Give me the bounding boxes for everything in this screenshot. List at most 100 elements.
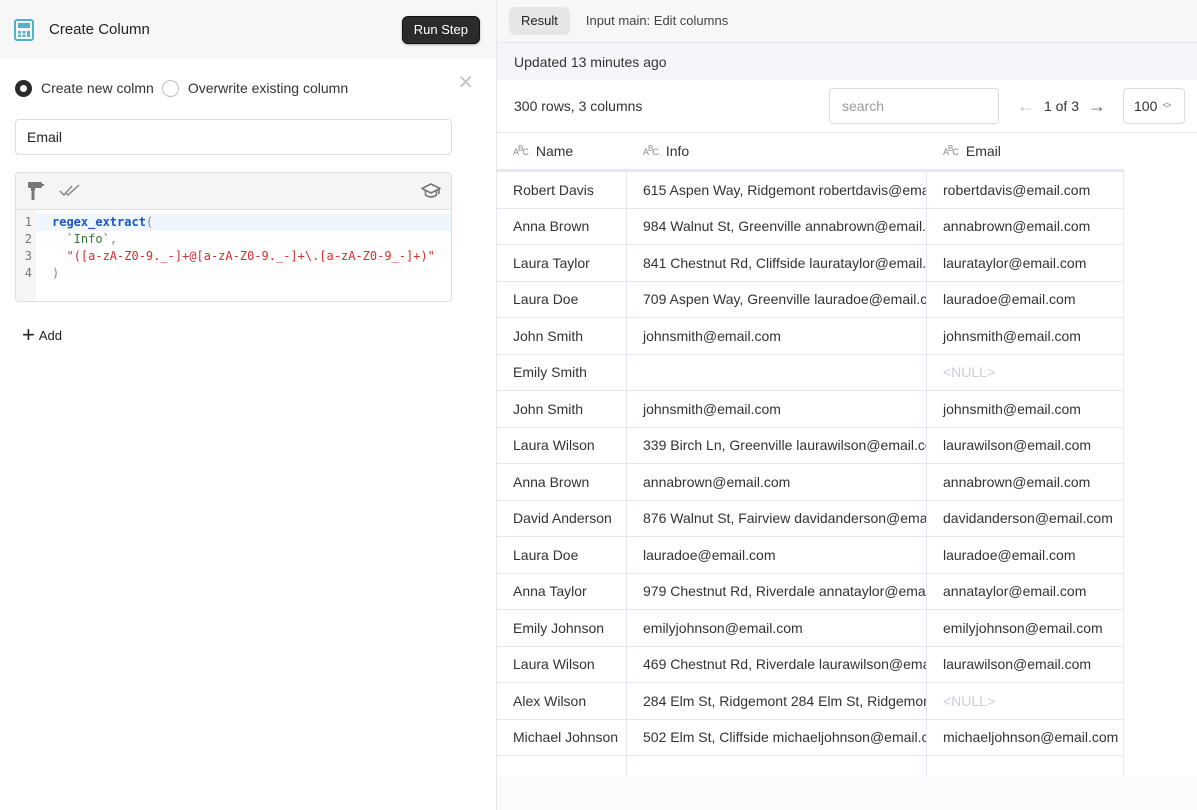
cell-name[interactable]: Anna Taylor — [497, 573, 627, 609]
column-mode-radio-group: Create new colmn Overwrite existing colu… — [0, 59, 496, 117]
cell-info[interactable] — [627, 354, 927, 390]
line-number: 4 — [24, 266, 32, 280]
cell-name[interactable]: Alex Wilson — [497, 683, 627, 719]
next-page-arrow-icon[interactable]: → — [1088, 96, 1106, 117]
cell-email[interactable]: davidanderson@email.com — [927, 500, 1124, 536]
cell-info[interactable]: 979 Chestnut Rd, Riverdale annataylor@em… — [627, 573, 927, 609]
cell-name[interactable]: John Smith — [497, 391, 627, 427]
cell-name[interactable]: Laura Doe — [497, 537, 627, 573]
cell-email[interactable]: <NULL> — [927, 683, 1124, 719]
column-header-email[interactable]: ABC Email — [927, 132, 1124, 171]
cell-info[interactable]: 284 Elm St, Ridgemont 284 Elm St, Ridgem… — [627, 683, 927, 719]
step-editor-panel: Create Column Run Step Create new colmn … — [0, 0, 497, 810]
column-header-info[interactable]: ABC Info — [627, 132, 927, 171]
text-type-icon: ABC — [643, 143, 659, 157]
table-row[interactable]: John Smith johnsmith@email.com johnsmith@e… — [497, 318, 1124, 355]
table-row[interactable]: Emily Smith <NULL> — [497, 354, 1124, 391]
cell-name[interactable]: Anna Brown — [497, 464, 627, 500]
validate-double-check-icon[interactable] — [58, 179, 82, 203]
column-header-name[interactable]: ABC Name — [497, 132, 627, 171]
cell-info[interactable]: 469 Chestnut Rd, Riverdale laurawilson@e… — [627, 646, 927, 682]
cell-name[interactable]: John Smith — [497, 318, 627, 354]
overwrite-column-radio[interactable] — [161, 79, 179, 97]
cell-info[interactable]: 984 Walnut St, Greenville annabrown@emai… — [627, 208, 927, 244]
table-row[interactable]: Laura Taylor 841 Chestnut Rd, Cliffside l… — [497, 245, 1124, 282]
cell-email[interactable]: laurawilson@email.com — [927, 427, 1124, 463]
cell-name[interactable]: Robert Davis — [497, 172, 627, 208]
cell-info[interactable]: 615 Aspen Way, Ridgemont robertdavis@ema… — [627, 172, 927, 208]
cell-name[interactable]: Emily Smith — [497, 354, 627, 390]
cell-name[interactable]: Michael Johnson — [497, 719, 627, 755]
cell-email[interactable]: annabrown@email.com — [927, 464, 1124, 500]
result-tabs: Result Input main: Edit columns — [497, 0, 1197, 43]
cell-email[interactable]: laurataylor@email.com — [927, 245, 1124, 281]
table-row[interactable]: Laura Doe 709 Aspen Way, Greenville laura… — [497, 281, 1124, 318]
cell-email[interactable]: <NULL> — [927, 354, 1124, 390]
cell-info[interactable]: johnsmith@email.com — [627, 318, 927, 354]
expression-editor[interactable]: 1 2 3 4 regex_extract( `Info`, "([a-zA-Z… — [15, 172, 452, 302]
cell-name[interactable]: David Anderson — [497, 500, 627, 536]
cell-name[interactable]: Laura Doe — [497, 281, 627, 317]
cell-name[interactable]: Laura Wilson — [497, 646, 627, 682]
table-row[interactable]: Laura Doe lauradoe@email.com lauradoe@emai… — [497, 537, 1124, 574]
cell-email[interactable]: laurawilson@email.com — [927, 646, 1124, 682]
empty-cell — [627, 756, 927, 776]
page-size-select[interactable]: 100 ︿ ﹀ — [1123, 88, 1185, 124]
tab-input-main[interactable]: Input main: Edit columns — [574, 7, 740, 35]
tab-result[interactable]: Result — [509, 7, 570, 35]
cell-email[interactable]: johnsmith@email.com — [927, 318, 1124, 354]
cell-name[interactable]: Emily Johnson — [497, 610, 627, 646]
column-name-input[interactable] — [15, 119, 452, 155]
cell-info[interactable]: 502 Elm St, Cliffside michaeljohnson@ema… — [627, 719, 927, 755]
cell-email[interactable]: lauradoe@email.com — [927, 537, 1124, 573]
table-row[interactable]: Laura Wilson 339 Birch Ln, Greenville lau… — [497, 427, 1124, 464]
graduation-cap-icon[interactable] — [419, 179, 443, 203]
cell-email[interactable]: emilyjohnson@email.com — [927, 610, 1124, 646]
table-row[interactable]: Anna Brown annabrown@email.com annabrown@e… — [497, 464, 1124, 501]
table-row[interactable]: Anna Taylor 979 Chestnut Rd, Riverdale an… — [497, 573, 1124, 610]
cell-info[interactable]: annabrown@email.com — [627, 464, 927, 500]
open-paren: ( — [145, 215, 154, 229]
table-row[interactable]: Anna Brown 984 Walnut St, Greenville anna… — [497, 208, 1124, 245]
search-input[interactable] — [828, 88, 999, 124]
run-step-button[interactable]: Run Step — [401, 15, 480, 44]
cell-info[interactable]: 876 Walnut St, Fairview davidanderson@em… — [627, 500, 927, 536]
cell-info[interactable]: johnsmith@email.com — [627, 391, 927, 427]
close-icon[interactable]: ✕ — [457, 73, 474, 93]
format-paint-roller-icon[interactable] — [24, 179, 48, 203]
cell-email[interactable]: annabrown@email.com — [927, 208, 1124, 244]
cell-info[interactable]: lauradoe@email.com — [627, 537, 927, 573]
function-name: regex_extract — [52, 215, 146, 229]
add-column-button[interactable]: + Add — [22, 324, 82, 346]
comma: , — [109, 232, 118, 246]
cell-email[interactable]: robertdavis@email.com — [927, 172, 1124, 208]
step-header: Create Column Run Step — [0, 0, 496, 59]
cell-name[interactable]: Laura Wilson — [497, 427, 627, 463]
cell-info[interactable]: 339 Birch Ln, Greenville laurawilson@ema… — [627, 427, 927, 463]
create-new-column-label[interactable]: Create new colmn — [41, 80, 154, 96]
cell-email[interactable]: michaeljohnson@email.com — [927, 719, 1124, 755]
cell-name[interactable]: Anna Brown — [497, 208, 627, 244]
cell-email[interactable]: lauradoe@email.com — [927, 281, 1124, 317]
table-row[interactable]: Michael Johnson 502 Elm St, Cliffside mic… — [497, 719, 1124, 756]
cell-info[interactable]: emilyjohnson@email.com — [627, 610, 927, 646]
cell-email[interactable]: annataylor@email.com — [927, 573, 1124, 609]
cell-name[interactable]: Laura Taylor — [497, 245, 627, 281]
column-header-label: Email — [965, 143, 1001, 159]
previous-page-arrow-icon[interactable]: ← — [1017, 96, 1035, 117]
table-row[interactable]: Alex Wilson 284 Elm St, Ridgemont 284 Elm… — [497, 683, 1124, 720]
table-row[interactable]: John Smith johnsmith@email.com johnsmith@e… — [497, 391, 1124, 428]
line-number-gutter: 1 2 3 4 — [16, 210, 36, 301]
table-row[interactable]: Robert Davis 615 Aspen Way, Ridgemont rob… — [497, 172, 1124, 209]
code-area[interactable]: 1 2 3 4 regex_extract( `Info`, "([a-zA-Z… — [16, 210, 451, 301]
table-row[interactable]: Laura Wilson 469 Chestnut Rd, Riverdale l… — [497, 646, 1124, 683]
table-row[interactable]: Emily Johnson emilyjohnson@email.com emily… — [497, 610, 1124, 647]
table-toolbar: 300 rows, 3 columns ← 1 of 3 → 100 ︿﹀ — [497, 80, 1197, 133]
cell-info[interactable]: 709 Aspen Way, Greenville lauradoe@email… — [627, 281, 927, 317]
table-row[interactable]: David Anderson 876 Walnut St, Fairview da… — [497, 500, 1124, 537]
cell-email[interactable]: johnsmith@email.com — [927, 391, 1124, 427]
cell-info[interactable]: 841 Chestnut Rd, Cliffside laurataylor@e… — [627, 245, 927, 281]
code-line-2: `Info`, — [36, 231, 451, 248]
create-new-column-radio[interactable] — [15, 79, 32, 97]
overwrite-column-label[interactable]: Overwrite existing column — [188, 80, 348, 96]
